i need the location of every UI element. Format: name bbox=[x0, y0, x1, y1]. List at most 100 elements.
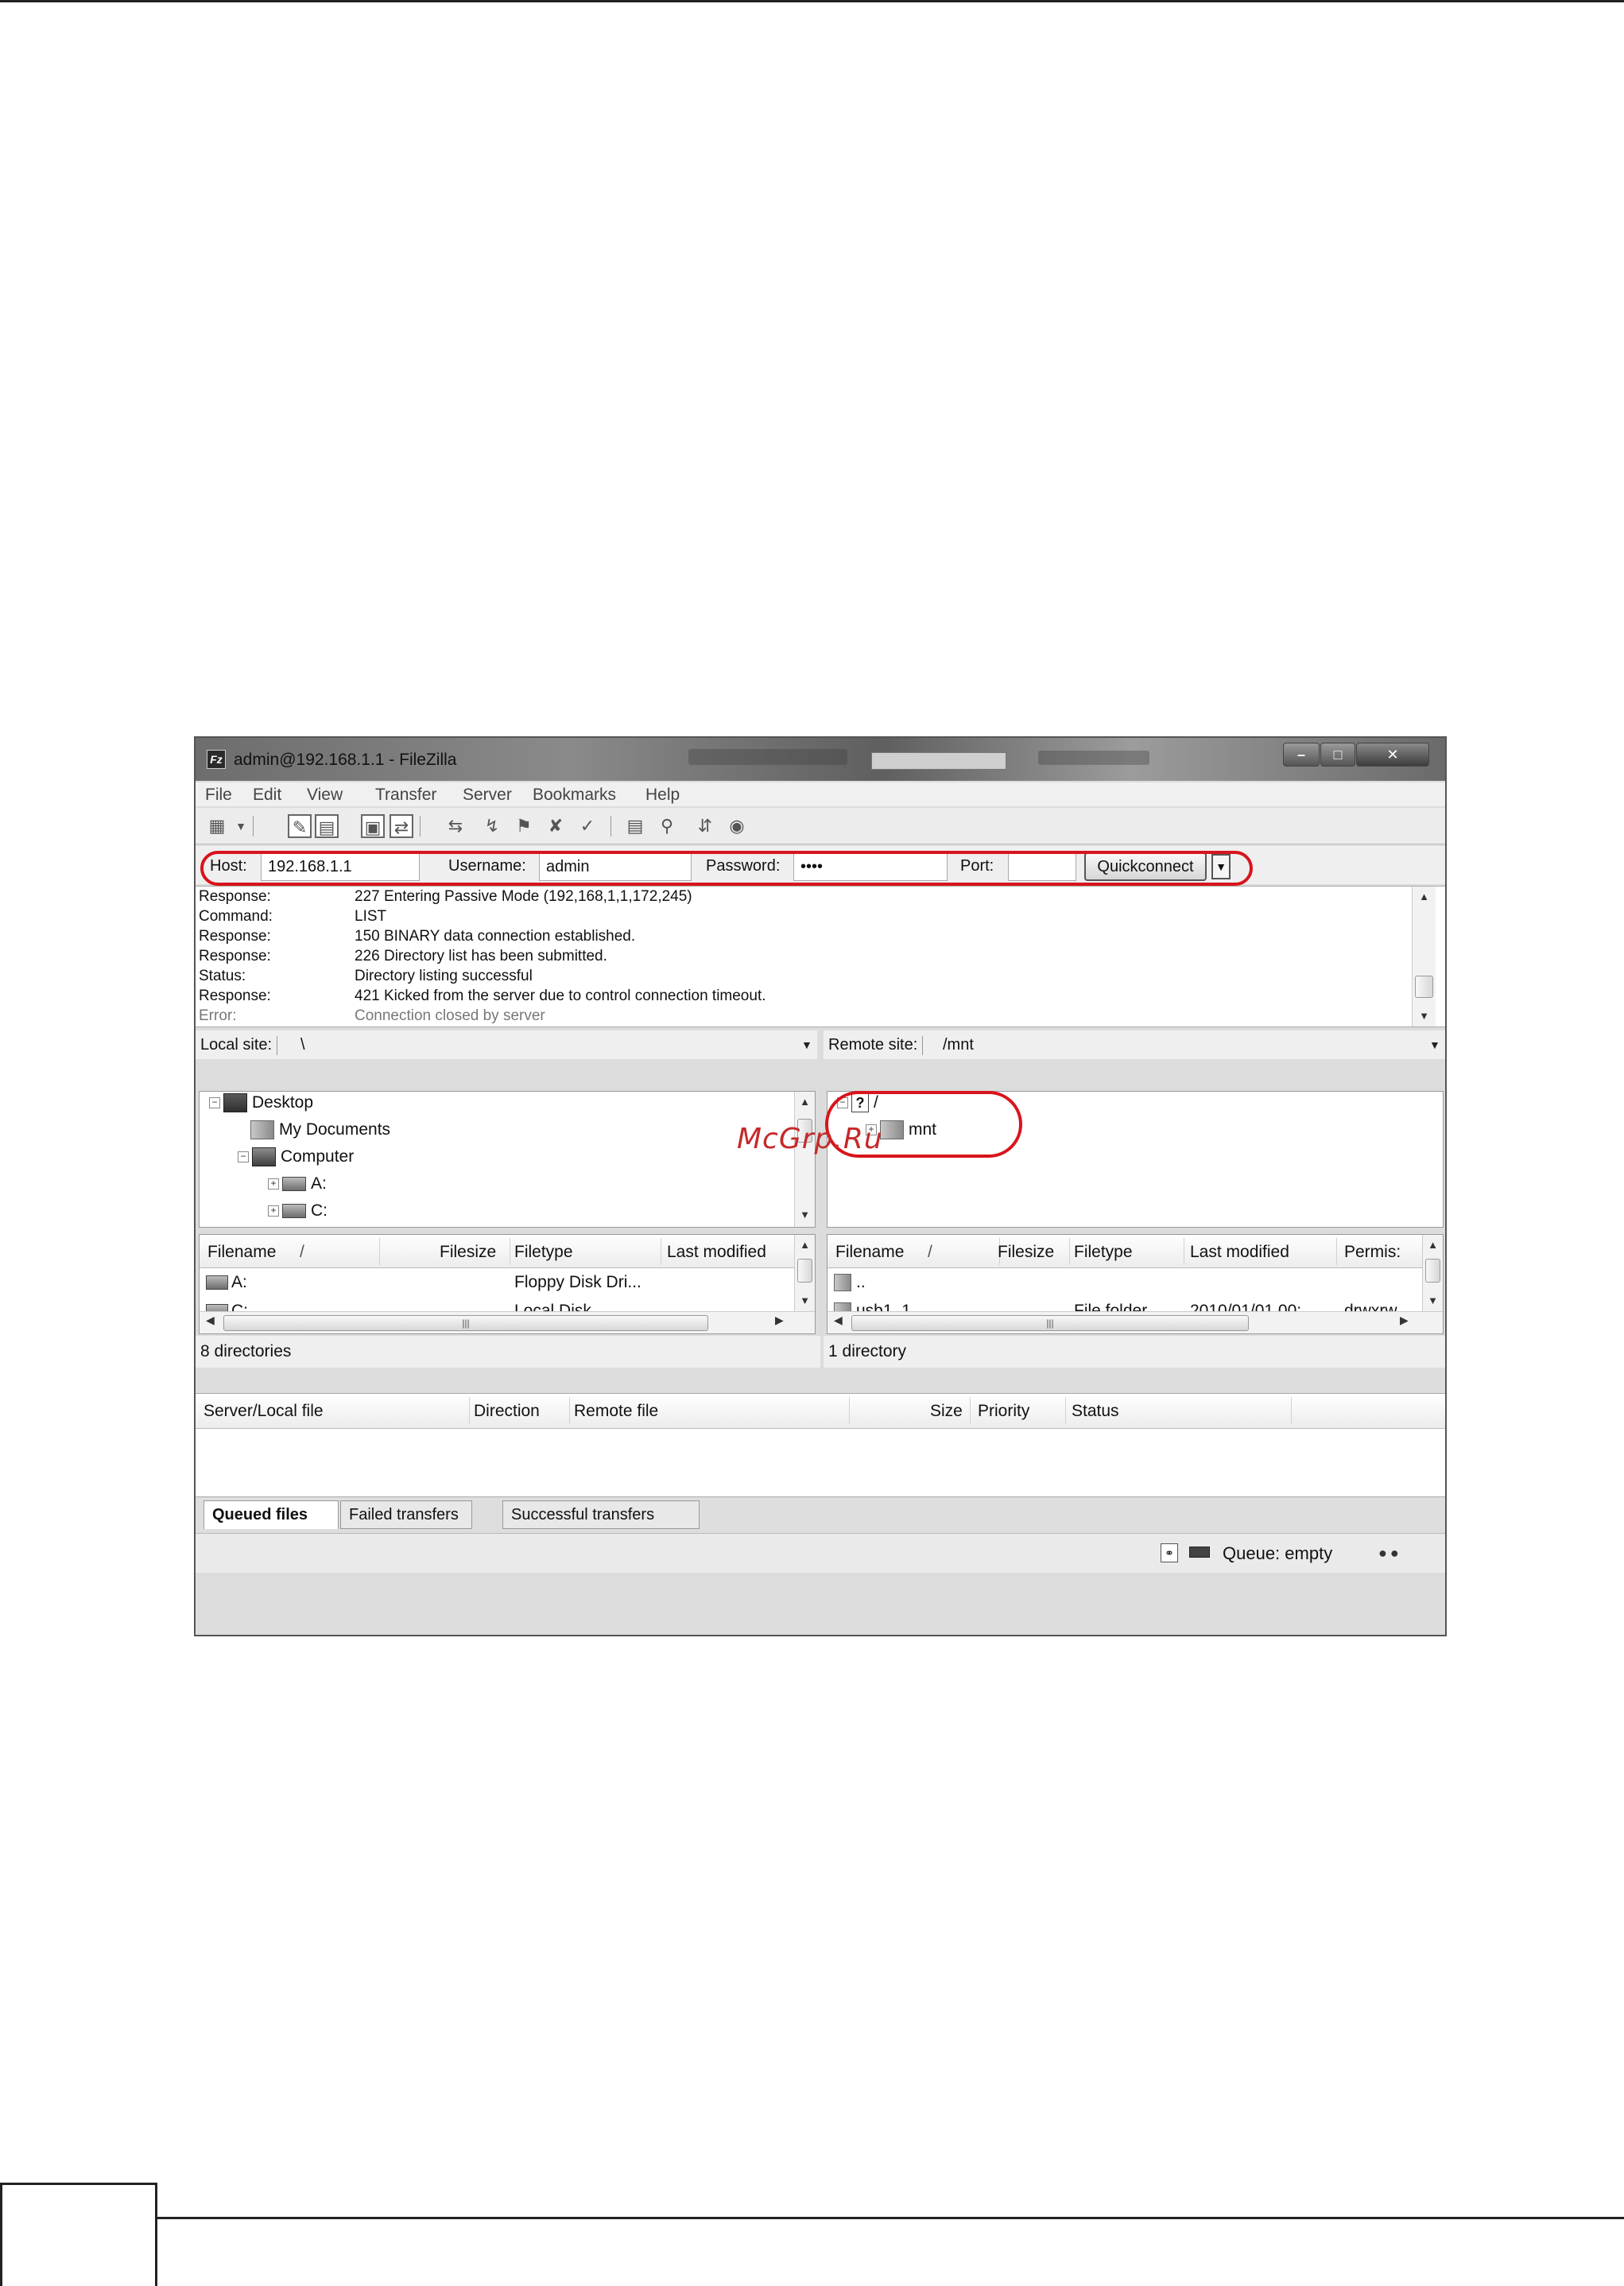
menu-view[interactable]: View bbox=[307, 786, 343, 805]
column-filename[interactable]: Filename bbox=[207, 1243, 276, 1262]
scroll-left-arrow-icon[interactable]: ◀ bbox=[206, 1314, 215, 1327]
column-size[interactable]: Size bbox=[930, 1402, 963, 1421]
column-divider[interactable] bbox=[849, 1397, 850, 1424]
scroll-down-arrow-icon[interactable]: ▼ bbox=[795, 1206, 815, 1224]
log-scrollbar[interactable]: ▲ ▼ bbox=[1412, 887, 1436, 1027]
column-direction[interactable]: Direction bbox=[474, 1402, 540, 1421]
synchronized-browsing-icon[interactable]: ⇵ bbox=[693, 814, 717, 838]
scroll-up-arrow-icon[interactable]: ▲ bbox=[1413, 888, 1436, 906]
directory-comparison-icon[interactable]: ⚲ bbox=[655, 814, 679, 838]
column-filesize[interactable]: Filesize bbox=[998, 1243, 1054, 1262]
title-bar: Fz admin@192.168.1.1 - FileZilla – □ ✕ bbox=[196, 738, 1445, 781]
scroll-thumb[interactable]: ||| bbox=[223, 1315, 708, 1331]
column-last-modified[interactable]: Last modified bbox=[667, 1243, 766, 1262]
column-divider[interactable] bbox=[1065, 1397, 1066, 1424]
scroll-thumb[interactable] bbox=[1415, 976, 1433, 998]
column-permissions[interactable]: Permis: bbox=[1344, 1243, 1401, 1262]
search-binoculars-icon[interactable]: ◉ bbox=[725, 814, 749, 838]
site-manager-icon[interactable]: ▦ bbox=[205, 814, 229, 838]
tree-item-drive-c[interactable]: + C: bbox=[268, 1201, 328, 1227]
site-manager-dropdown-icon[interactable]: ▼ bbox=[234, 814, 248, 838]
collapse-icon[interactable]: − bbox=[238, 1151, 249, 1163]
menu-edit[interactable]: Edit bbox=[253, 786, 281, 805]
minimize-button[interactable]: – bbox=[1283, 743, 1320, 767]
toggle-local-tree-icon[interactable]: ▤ bbox=[315, 814, 339, 838]
column-remote-file[interactable]: Remote file bbox=[574, 1402, 658, 1421]
status-bar: ⚭ Queue: empty ●● bbox=[196, 1533, 1445, 1573]
queue-tabs: Queued files Failed transfers Successful… bbox=[196, 1496, 1445, 1531]
hard-disk-icon bbox=[282, 1204, 306, 1219]
column-divider[interactable] bbox=[1069, 1238, 1070, 1265]
tab-failed-transfers[interactable]: Failed transfers bbox=[340, 1500, 472, 1529]
local-site-path[interactable]: \ bbox=[300, 1036, 305, 1054]
column-server-local-file[interactable]: Server/Local file bbox=[203, 1402, 324, 1421]
tab-queued-files[interactable]: Queued files bbox=[203, 1500, 339, 1529]
column-divider[interactable] bbox=[970, 1397, 971, 1424]
local-list-scrollbar[interactable]: ▲ ▼ bbox=[794, 1235, 815, 1311]
reconnect-icon[interactable]: ✓ bbox=[576, 814, 599, 838]
menu-transfer[interactable]: Transfer bbox=[375, 786, 436, 805]
column-divider[interactable] bbox=[379, 1238, 380, 1265]
collapse-icon[interactable]: − bbox=[209, 1097, 220, 1109]
local-site-dropdown-icon[interactable]: ▼ bbox=[801, 1038, 812, 1051]
maximize-button[interactable]: □ bbox=[1320, 743, 1355, 767]
toolbar-separator bbox=[610, 816, 611, 836]
scroll-thumb[interactable] bbox=[797, 1259, 812, 1283]
column-status[interactable]: Status bbox=[1072, 1402, 1119, 1421]
column-divider[interactable] bbox=[1336, 1238, 1337, 1265]
refresh-icon[interactable]: ⇆ bbox=[444, 814, 467, 838]
file-row-parent[interactable]: .. bbox=[834, 1273, 866, 1292]
scroll-up-arrow-icon[interactable]: ▲ bbox=[1423, 1236, 1443, 1254]
tree-item-drive-a[interactable]: + A: bbox=[268, 1174, 327, 1200]
local-file-list: Filename / Filesize Filetype Last modifi… bbox=[199, 1234, 816, 1334]
menu-bookmarks[interactable]: Bookmarks bbox=[533, 786, 616, 805]
close-button[interactable]: ✕ bbox=[1356, 743, 1429, 767]
expand-icon[interactable]: + bbox=[268, 1205, 279, 1217]
page-number-box bbox=[0, 2183, 157, 2286]
menu-help[interactable]: Help bbox=[645, 786, 680, 805]
process-queue-icon[interactable]: ↯ bbox=[480, 814, 504, 838]
disconnect-icon[interactable]: ✘ bbox=[544, 814, 568, 838]
toggle-message-log-icon[interactable]: ✎ bbox=[288, 814, 312, 838]
expand-icon[interactable]: + bbox=[268, 1178, 279, 1190]
tab-successful-transfers[interactable]: Successful transfers bbox=[502, 1500, 700, 1529]
column-filename[interactable]: Filename bbox=[835, 1243, 904, 1262]
column-divider[interactable] bbox=[569, 1397, 570, 1424]
scroll-up-arrow-icon[interactable]: ▲ bbox=[795, 1236, 815, 1254]
scroll-thumb[interactable]: ||| bbox=[851, 1315, 1249, 1331]
column-last-modified[interactable]: Last modified bbox=[1190, 1243, 1289, 1262]
scroll-thumb[interactable] bbox=[1425, 1259, 1440, 1283]
scroll-down-arrow-icon[interactable]: ▼ bbox=[1413, 1007, 1436, 1025]
scroll-down-arrow-icon[interactable]: ▼ bbox=[795, 1292, 815, 1310]
scroll-left-arrow-icon[interactable]: ◀ bbox=[834, 1314, 843, 1327]
menu-file[interactable]: File bbox=[205, 786, 232, 805]
computer-icon bbox=[252, 1147, 276, 1167]
tree-item-my-documents[interactable]: My Documents bbox=[250, 1120, 390, 1146]
column-filetype[interactable]: Filetype bbox=[514, 1243, 573, 1262]
scroll-down-arrow-icon[interactable]: ▼ bbox=[1423, 1292, 1443, 1310]
tree-item-computer[interactable]: − Computer bbox=[238, 1147, 354, 1173]
column-filesize[interactable]: Filesize bbox=[440, 1243, 496, 1262]
toggle-remote-tree-icon[interactable]: ▣ bbox=[361, 814, 385, 838]
menu-server[interactable]: Server bbox=[463, 786, 512, 805]
toggle-transfer-queue-icon[interactable]: ⇄ bbox=[390, 814, 413, 838]
column-filetype[interactable]: Filetype bbox=[1074, 1243, 1133, 1262]
column-divider[interactable] bbox=[469, 1397, 470, 1424]
scroll-right-arrow-icon[interactable]: ▶ bbox=[775, 1314, 784, 1327]
remote-list-hscrollbar[interactable]: ◀ ||| ▶ bbox=[828, 1311, 1443, 1333]
cancel-operation-icon[interactable]: ⚑ bbox=[512, 814, 536, 838]
file-row-a[interactable]: A: bbox=[206, 1273, 247, 1292]
binary-mode-icon bbox=[1189, 1547, 1210, 1558]
directory-listing-filters-icon[interactable]: ▤ bbox=[623, 814, 647, 838]
remote-site-path[interactable]: /mnt bbox=[943, 1036, 974, 1054]
scroll-right-arrow-icon[interactable]: ▶ bbox=[1400, 1314, 1409, 1327]
local-tree-scrollbar[interactable]: ▲ ▼ bbox=[794, 1092, 815, 1227]
remote-list-scrollbar[interactable]: ▲ ▼ bbox=[1422, 1235, 1443, 1311]
scroll-up-arrow-icon[interactable]: ▲ bbox=[795, 1093, 815, 1111]
tree-item-desktop[interactable]: − Desktop bbox=[209, 1093, 313, 1119]
column-divider[interactable] bbox=[1291, 1397, 1292, 1424]
blurred-title-field bbox=[871, 752, 1006, 770]
remote-site-dropdown-icon[interactable]: ▼ bbox=[1429, 1038, 1440, 1051]
column-priority[interactable]: Priority bbox=[978, 1402, 1029, 1421]
local-list-hscrollbar[interactable]: ◀ ||| ▶ bbox=[200, 1311, 815, 1333]
